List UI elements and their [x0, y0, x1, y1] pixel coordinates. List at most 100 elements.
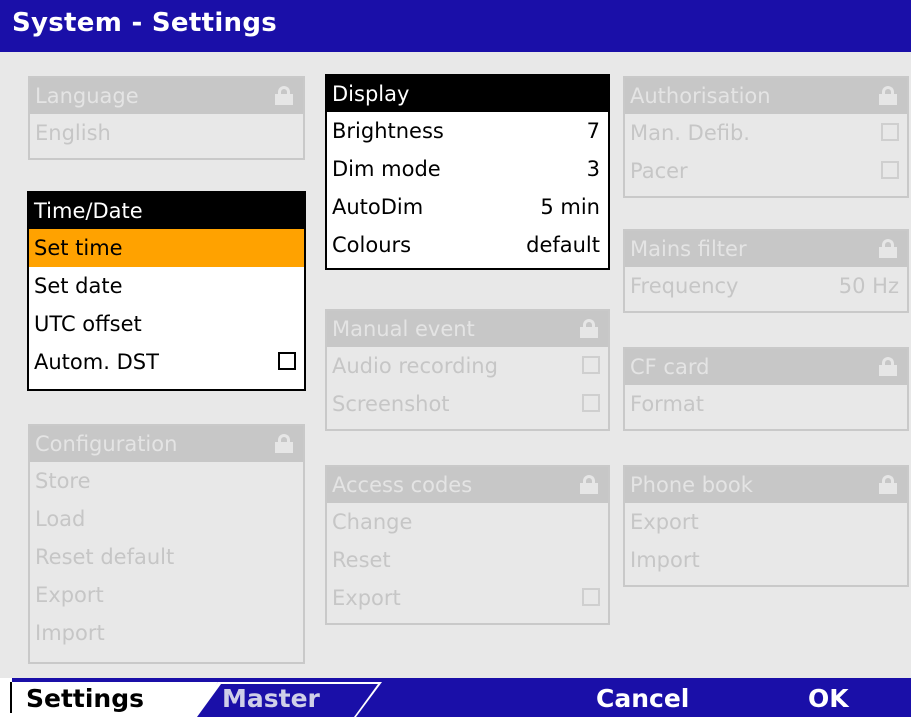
access-change-item[interactable]: Change	[327, 503, 608, 541]
lock-icon	[580, 475, 598, 494]
configuration-panel: Configuration Store Load Reset default E…	[28, 424, 305, 664]
set-time-item[interactable]: Set time	[29, 229, 304, 267]
utc-offset-label: UTC offset	[34, 312, 142, 336]
access-change-label: Change	[332, 510, 413, 534]
access-reset-label: Reset	[332, 548, 391, 572]
lock-icon	[275, 434, 293, 453]
config-reset-default-label: Reset default	[35, 545, 175, 569]
tab-master[interactable]: Master	[222, 682, 320, 715]
autom-dst-label: Autom. DST	[34, 350, 159, 374]
autom-dst-item[interactable]: Autom. DST	[29, 343, 304, 381]
pacer-item[interactable]: Pacer	[625, 152, 907, 190]
phone-export-item[interactable]: Export	[625, 503, 907, 541]
brightness-label: Brightness	[332, 119, 444, 143]
window-title: System - Settings	[12, 8, 278, 38]
brightness-value: 7	[586, 119, 600, 143]
man-defib-checkbox[interactable]	[881, 123, 899, 141]
lock-icon	[879, 475, 897, 494]
audio-recording-label: Audio recording	[332, 354, 498, 378]
cf-card-header-label: CF card	[630, 355, 710, 379]
pacer-checkbox[interactable]	[881, 161, 899, 179]
config-load-item[interactable]: Load	[30, 500, 303, 538]
dim-mode-value: 3	[586, 157, 600, 181]
language-value-row[interactable]: English	[30, 114, 303, 152]
bottom-bar: Settings Master Cancel OK	[0, 678, 911, 717]
access-codes-header-label: Access codes	[332, 473, 473, 497]
access-export-checkbox[interactable]	[582, 588, 600, 606]
screenshot-checkbox[interactable]	[582, 394, 600, 412]
manual-event-panel-header: Manual event	[327, 311, 608, 347]
config-export-item[interactable]: Export	[30, 576, 303, 614]
mains-filter-panel: Mains filter Frequency 50 Hz	[623, 229, 909, 313]
set-time-label: Set time	[34, 236, 123, 260]
pacer-label: Pacer	[630, 159, 688, 183]
authorisation-panel-header: Authorisation	[625, 78, 907, 114]
audio-recording-item[interactable]: Audio recording	[327, 347, 608, 385]
config-export-label: Export	[35, 583, 104, 607]
lock-icon	[879, 357, 897, 376]
config-import-item[interactable]: Import	[30, 614, 303, 652]
language-panel-header: Language	[30, 78, 303, 114]
phone-book-panel: Phone book Export Import	[623, 465, 909, 587]
language-header-label: Language	[35, 84, 139, 108]
frequency-item[interactable]: Frequency 50 Hz	[625, 267, 907, 305]
autom-dst-checkbox[interactable]	[278, 352, 296, 370]
screenshot-label: Screenshot	[332, 392, 450, 416]
set-date-label: Set date	[34, 274, 123, 298]
cf-card-panel-header: CF card	[625, 349, 907, 385]
timedate-header-label: Time/Date	[34, 199, 143, 223]
config-store-label: Store	[35, 469, 91, 493]
access-codes-panel: Access codes Change Reset Export	[325, 465, 610, 625]
bottom-left-edge	[0, 678, 12, 717]
cf-card-panel: CF card Format	[623, 347, 909, 431]
access-export-label: Export	[332, 586, 401, 610]
language-panel: Language English	[28, 76, 305, 160]
screenshot-item[interactable]: Screenshot	[327, 385, 608, 423]
dim-mode-item[interactable]: Dim mode 3	[327, 150, 608, 188]
autodim-item[interactable]: AutoDim 5 min	[327, 188, 608, 226]
phone-export-label: Export	[630, 510, 699, 534]
settings-main-area: Language English Time/Date Set time Set …	[0, 52, 911, 678]
display-panel-header: Display	[327, 76, 608, 112]
lock-icon	[879, 86, 897, 105]
display-panel: Display Brightness 7 Dim mode 3 AutoDim …	[325, 74, 610, 270]
cf-format-item[interactable]: Format	[625, 385, 907, 423]
colours-label: Colours	[332, 233, 412, 257]
cf-format-label: Format	[630, 392, 705, 416]
manual-event-panel: Manual event Audio recording Screenshot	[325, 309, 610, 431]
tab-settings[interactable]: Settings	[26, 682, 144, 715]
mains-filter-panel-header: Mains filter	[625, 231, 907, 267]
lock-icon	[879, 239, 897, 258]
frequency-label: Frequency	[630, 274, 739, 298]
manual-event-header-label: Manual event	[332, 317, 475, 341]
display-header-label: Display	[332, 82, 410, 106]
access-export-item[interactable]: Export	[327, 579, 608, 617]
lock-icon	[275, 86, 293, 105]
audio-recording-checkbox[interactable]	[582, 356, 600, 374]
man-defib-label: Man. Defib.	[630, 121, 750, 145]
config-reset-default-item[interactable]: Reset default	[30, 538, 303, 576]
colours-value: default	[526, 233, 600, 257]
access-codes-panel-header: Access codes	[327, 467, 608, 503]
set-date-item[interactable]: Set date	[29, 267, 304, 305]
ok-button[interactable]: OK	[808, 682, 849, 715]
language-value: English	[35, 121, 111, 145]
autodim-label: AutoDim	[332, 195, 424, 219]
mains-filter-header-label: Mains filter	[630, 237, 747, 261]
dim-mode-label: Dim mode	[332, 157, 441, 181]
brightness-item[interactable]: Brightness 7	[327, 112, 608, 150]
authorisation-panel: Authorisation Man. Defib. Pacer	[623, 76, 909, 198]
colours-item[interactable]: Colours default	[327, 226, 608, 264]
timedate-panel: Time/Date Set time Set date UTC offset A…	[27, 191, 306, 391]
phone-import-item[interactable]: Import	[625, 541, 907, 579]
cancel-button[interactable]: Cancel	[596, 682, 689, 715]
configuration-panel-header: Configuration	[30, 426, 303, 462]
lock-icon	[580, 319, 598, 338]
man-defib-item[interactable]: Man. Defib.	[625, 114, 907, 152]
config-import-label: Import	[35, 621, 105, 645]
config-store-item[interactable]: Store	[30, 462, 303, 500]
timedate-panel-header: Time/Date	[29, 193, 304, 229]
access-reset-item[interactable]: Reset	[327, 541, 608, 579]
frequency-value: 50 Hz	[838, 274, 899, 298]
utc-offset-item[interactable]: UTC offset	[29, 305, 304, 343]
